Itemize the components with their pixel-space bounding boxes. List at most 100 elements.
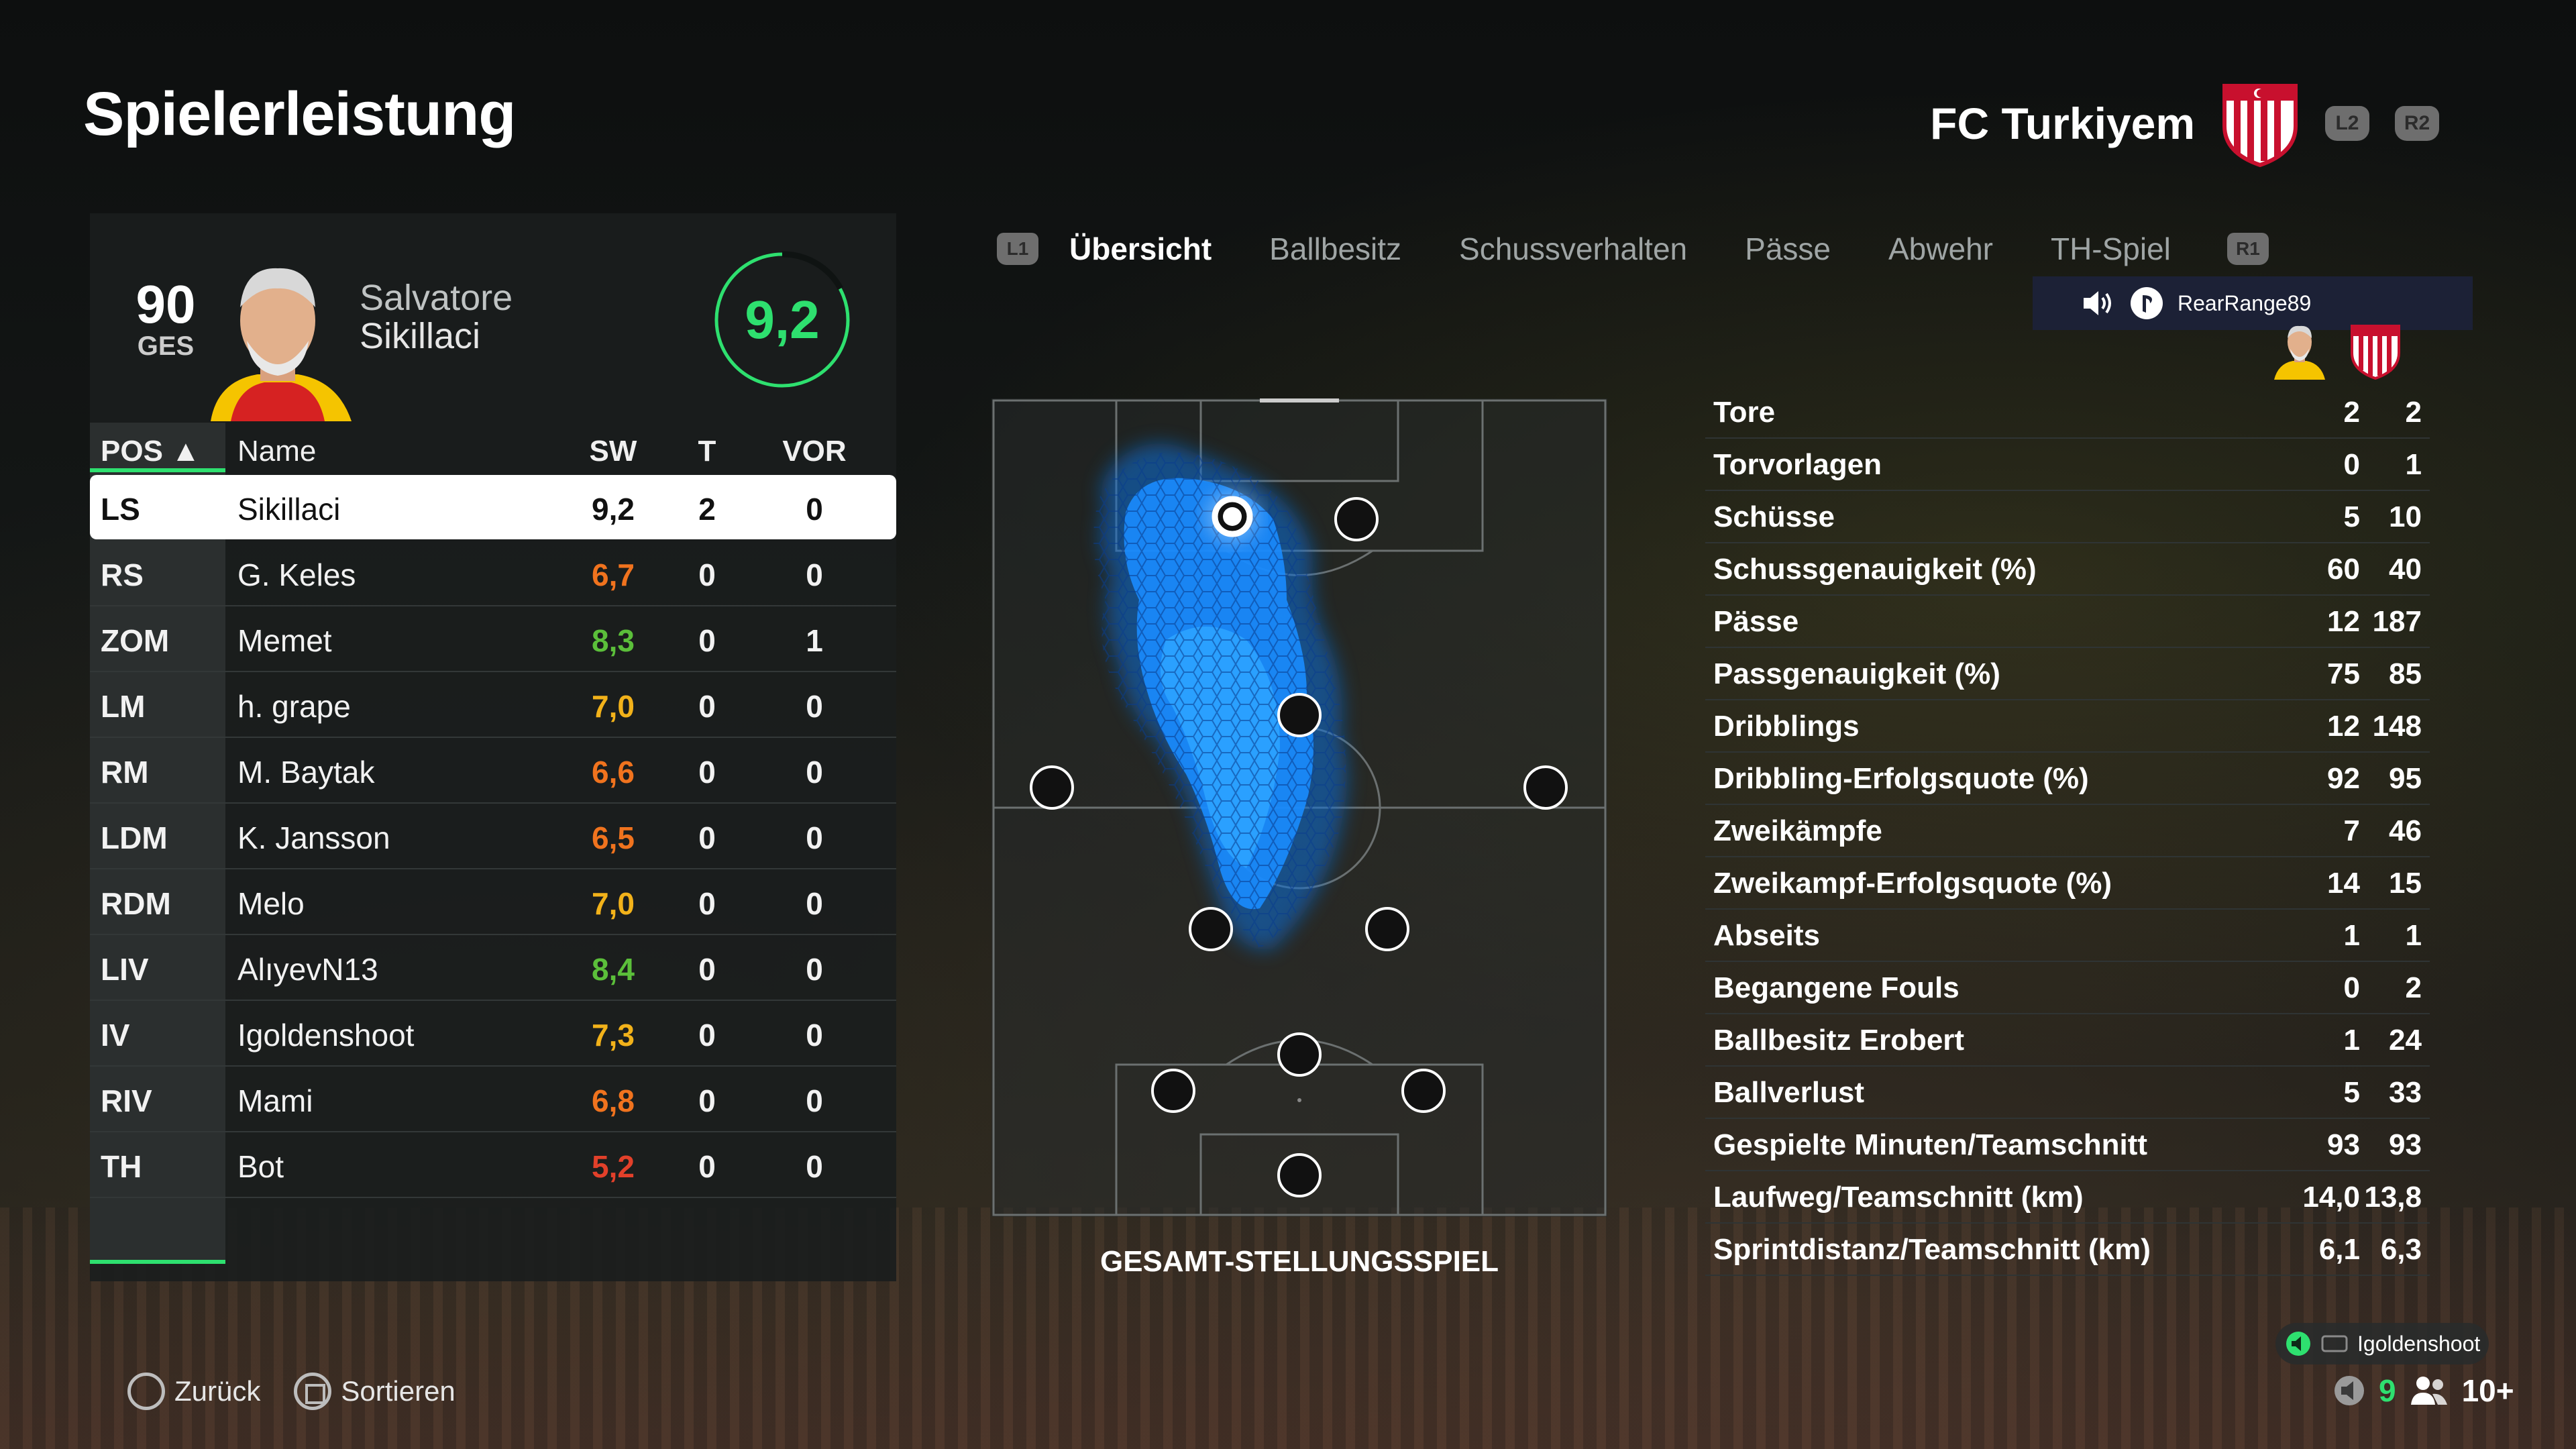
row-goals: 0 bbox=[698, 557, 716, 592]
row-assists: 0 bbox=[806, 952, 823, 987]
r2-button[interactable]: R2 bbox=[2395, 106, 2439, 141]
table-row[interactable]: LDM K. Jansson 6,5 0 0 bbox=[90, 804, 896, 869]
stat-label: Sprintdistanz/Teamschnitt (km) bbox=[1713, 1233, 2151, 1266]
mic-status-icon bbox=[2334, 1376, 2364, 1405]
list-end-underline bbox=[90, 1260, 225, 1264]
row-assists: 0 bbox=[806, 557, 823, 592]
l1-button[interactable]: L1 bbox=[997, 233, 1038, 265]
lobby-counters: 9 10+ bbox=[2332, 1373, 2514, 1409]
row-player-name: K. Jansson bbox=[237, 820, 390, 855]
column-header-pos[interactable]: POS ▲ bbox=[101, 435, 201, 468]
tab-schussverhalten[interactable]: Schussverhalten bbox=[1459, 231, 1687, 267]
stat-team-value: 85 bbox=[2389, 657, 2422, 690]
row-rating: 8,3 bbox=[592, 623, 635, 658]
row-player-name: Igoldenshoot bbox=[237, 1018, 415, 1053]
table-row[interactable]: LS Sikillaci 9,2 2 0 bbox=[90, 475, 896, 539]
stat-row: Zweikampf-Erfolgsquote (%) 14 15 bbox=[1705, 857, 2430, 910]
stat-team-value: 13,8 bbox=[2364, 1181, 2422, 1214]
sort-indicator-underline bbox=[90, 468, 225, 472]
tab-ballbesitz[interactable]: Ballbesitz bbox=[1269, 231, 1401, 267]
stat-label: Begangene Fouls bbox=[1713, 971, 1960, 1004]
page-title: Spielerleistung bbox=[83, 80, 516, 148]
row-goals: 0 bbox=[698, 623, 716, 658]
table-row[interactable]: RS G. Keles 6,7 0 0 bbox=[90, 541, 896, 606]
pitch-diagram bbox=[991, 398, 1607, 1217]
row-goals: 0 bbox=[698, 1018, 716, 1053]
stat-player-value: 6,1 bbox=[2318, 1233, 2360, 1266]
stat-label: Zweikämpfe bbox=[1713, 814, 1882, 847]
voice-username: Igoldenshoot bbox=[2357, 1331, 2481, 1356]
team-crest-small-icon bbox=[2351, 325, 2400, 380]
stat-row: Schussgenauigkeit (%) 60 40 bbox=[1705, 543, 2430, 596]
square-button-icon bbox=[294, 1373, 332, 1410]
table-row[interactable]: LM h. grape 7,0 0 0 bbox=[90, 672, 896, 738]
table-row[interactable]: RIV Mami 6,8 0 0 bbox=[90, 1067, 896, 1132]
r1-button[interactable]: R1 bbox=[2226, 233, 2269, 265]
row-player-name: Mami bbox=[237, 1083, 313, 1118]
stat-label: Ballbesitz Erobert bbox=[1713, 1024, 1965, 1057]
stat-label: Schussgenauigkeit (%) bbox=[1713, 553, 2037, 586]
stats-comparison-list: Tore 2 2 Torvorlagen 0 1 Schüsse 5 10 Schussgenau… bbox=[1705, 386, 2430, 1276]
table-row[interactable]: RM M. Baytak 6,6 0 0 bbox=[90, 738, 896, 804]
player-table-body: LS Sikillaci 9,2 2 0 RS G. Keles 6,7 0 0 ZOM Memet 8… bbox=[90, 475, 896, 1198]
playstation-icon bbox=[2131, 287, 2163, 319]
row-player-name: M. Baytak bbox=[237, 755, 375, 790]
table-row[interactable]: LIV AlıyevN13 8,4 0 0 bbox=[90, 935, 896, 1001]
stat-label: Dribbling-Erfolgsquote (%) bbox=[1713, 762, 2089, 795]
voice-chat-user: Igoldenshoot bbox=[2275, 1323, 2489, 1364]
heatmap-caption: GESAMT-STELLUNGSSPIEL bbox=[1099, 1245, 1499, 1278]
stat-row: Schüsse 5 10 bbox=[1705, 491, 2430, 543]
stat-team-value: 95 bbox=[2389, 762, 2422, 795]
row-assists: 0 bbox=[806, 1018, 823, 1053]
column-header-t[interactable]: T bbox=[680, 435, 734, 468]
tab-th-spiel[interactable]: TH-Spiel bbox=[2051, 231, 2171, 267]
column-header-vor[interactable]: VOR bbox=[781, 435, 848, 468]
stat-row: Dribblings 12 148 bbox=[1705, 700, 2430, 753]
player-list-panel: 90 GES Salvatore Sikillaci 9,2 POS ▲ Nam… bbox=[90, 213, 896, 1281]
player-first-name: Salvatore bbox=[360, 278, 513, 318]
stat-row: Abseits 1 1 bbox=[1705, 910, 2430, 962]
column-header-name[interactable]: Name bbox=[237, 435, 316, 468]
stat-label: Gespielte Minuten/Teamschnitt bbox=[1713, 1128, 2148, 1161]
row-player-name: AlıyevN13 bbox=[237, 952, 378, 987]
stat-player-value: 0 bbox=[2343, 448, 2360, 481]
stat-player-value: 14,0 bbox=[2302, 1181, 2360, 1214]
match-rating-value: 9,2 bbox=[745, 290, 820, 350]
sort-label: Sortieren bbox=[341, 1375, 455, 1407]
stat-player-value: 1 bbox=[2343, 1024, 2360, 1057]
row-assists: 0 bbox=[806, 1149, 823, 1184]
row-goals: 0 bbox=[698, 689, 716, 724]
table-row[interactable]: IV Igoldenshoot 7,3 0 0 bbox=[90, 1001, 896, 1067]
tab-abwehr[interactable]: Abwehr bbox=[1888, 231, 1993, 267]
tab-übersicht[interactable]: Übersicht bbox=[1069, 231, 1212, 267]
stat-label: Ballverlust bbox=[1713, 1076, 1864, 1109]
microphone-icon bbox=[2286, 1332, 2310, 1356]
table-row[interactable]: TH Bot 5,2 0 0 bbox=[90, 1132, 896, 1198]
column-header-sw[interactable]: SW bbox=[573, 435, 653, 468]
stat-player-value: 5 bbox=[2343, 1076, 2360, 1109]
stat-label: Torvorlagen bbox=[1713, 448, 1882, 481]
club-header: FC Turkiyem L2 R2 bbox=[1930, 79, 2439, 168]
row-goals: 0 bbox=[698, 952, 716, 987]
stat-row: Gespielte Minuten/Teamschnitt 93 93 bbox=[1705, 1119, 2430, 1171]
row-rating: 7,0 bbox=[592, 886, 635, 921]
stat-label: Abseits bbox=[1713, 919, 1820, 952]
l2-button[interactable]: L2 bbox=[2325, 106, 2369, 141]
table-row[interactable]: ZOM Memet 8,3 0 1 bbox=[90, 606, 896, 672]
stat-label: Passgenauigkeit (%) bbox=[1713, 657, 2000, 690]
stat-player-value: 92 bbox=[2327, 762, 2360, 795]
back-label: Zurück bbox=[174, 1375, 261, 1407]
stat-team-value: 2 bbox=[2405, 971, 2422, 1004]
back-button[interactable]: Zurück bbox=[127, 1373, 260, 1410]
stat-label: Zweikampf-Erfolgsquote (%) bbox=[1713, 867, 2112, 900]
table-row[interactable]: RDM Melo 7,0 0 0 bbox=[90, 869, 896, 935]
player-summary: 90 GES Salvatore Sikillaci 9,2 bbox=[90, 213, 896, 423]
stat-player-value: 75 bbox=[2327, 657, 2360, 690]
stat-player-value: 5 bbox=[2343, 500, 2360, 533]
stat-label: Schüsse bbox=[1713, 500, 1835, 533]
stat-team-value: 1 bbox=[2405, 448, 2422, 481]
tab-pässe[interactable]: Pässe bbox=[1745, 231, 1831, 267]
row-goals: 0 bbox=[698, 1149, 716, 1184]
row-rating: 5,2 bbox=[592, 1149, 635, 1184]
sort-button[interactable]: Sortieren bbox=[294, 1373, 455, 1410]
